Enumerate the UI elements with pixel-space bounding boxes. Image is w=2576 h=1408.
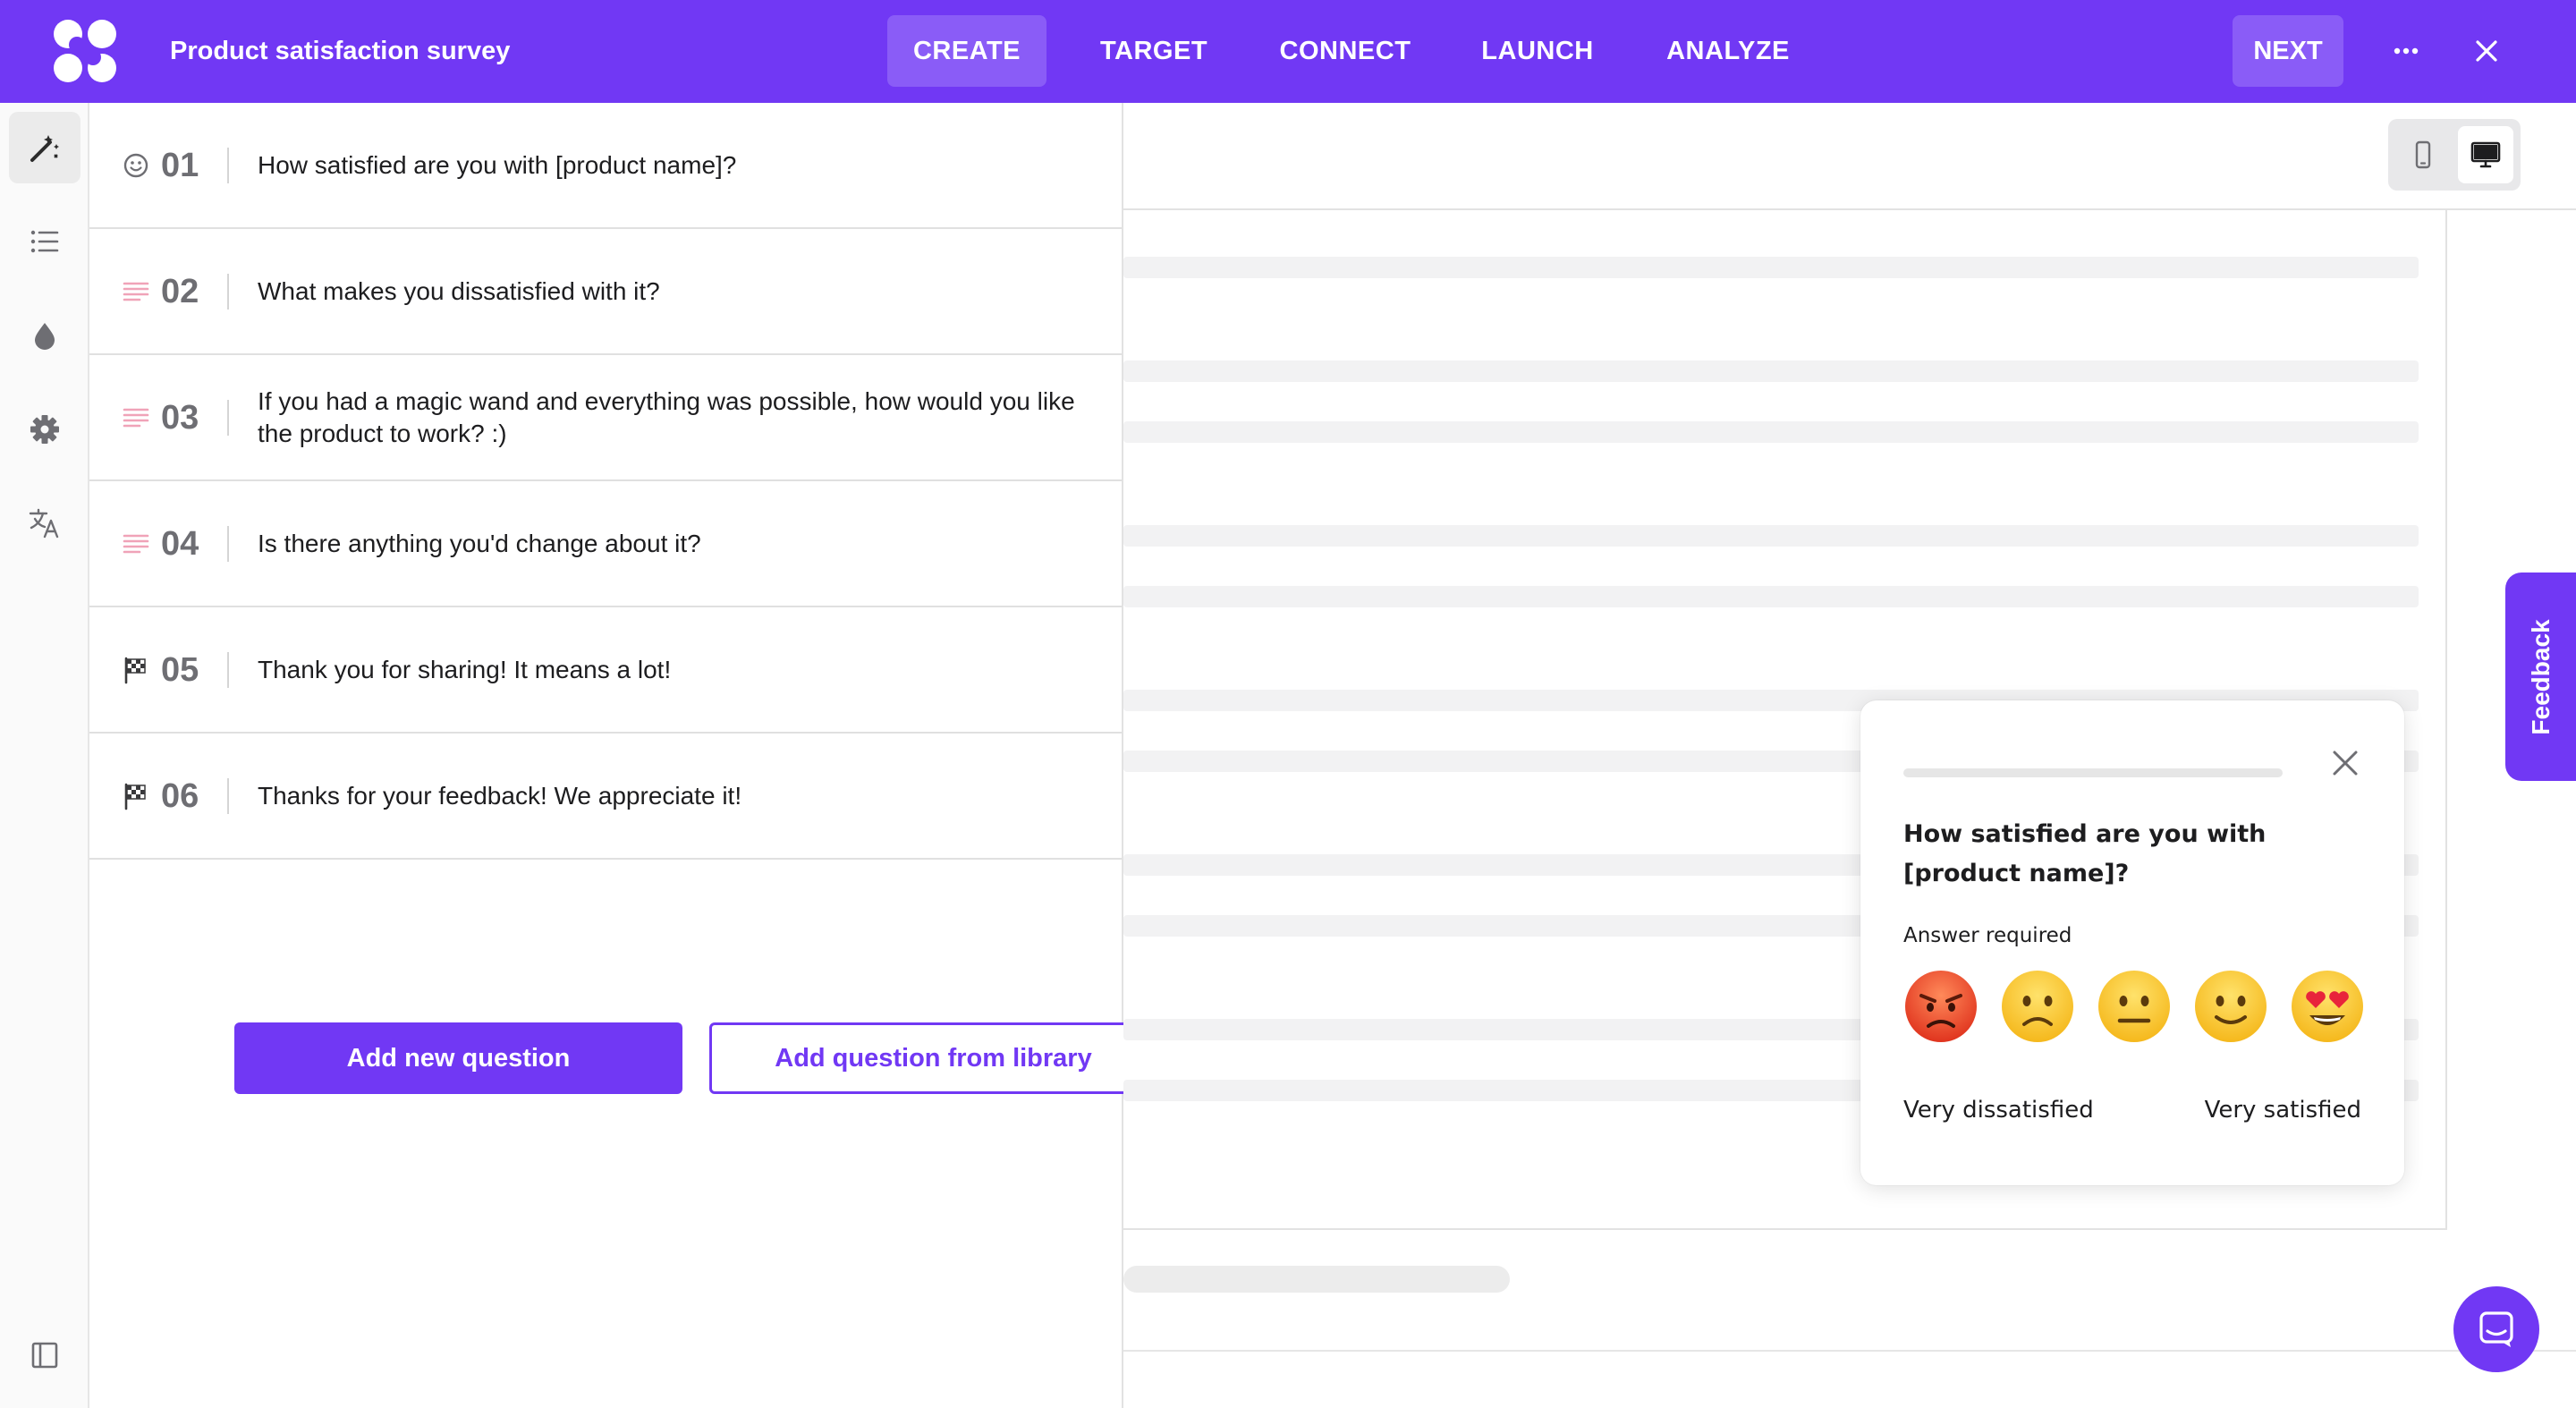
angry-face-icon[interactable] <box>1903 969 1979 1044</box>
preview-toolbar <box>1123 103 2576 210</box>
neutral-face-icon[interactable] <box>2097 969 2172 1044</box>
emoji-rating-scale <box>1903 969 2368 1048</box>
checkered-flag-icon <box>124 783 146 810</box>
chat-bubble-icon <box>2479 1311 2513 1347</box>
text-lines-icon <box>123 282 149 301</box>
tab-launch[interactable]: LAUNCH <box>1467 15 1608 87</box>
mobile-preview-button[interactable] <box>2395 126 2451 183</box>
placeholder-line <box>1123 421 2419 443</box>
scale-high-label: Very satisfied <box>2204 1097 2361 1124</box>
slightly-smiling-face-icon[interactable] <box>2193 969 2268 1044</box>
desktop-icon <box>2470 141 2501 168</box>
question-text: How satisfied are you with [product name… <box>258 150 737 179</box>
smiley-icon <box>123 153 148 177</box>
placeholder-line <box>1123 360 2419 382</box>
feedback-tab[interactable]: Feedback <box>2505 573 2576 781</box>
sidebar-item-create[interactable] <box>9 112 80 183</box>
text-lines-icon <box>123 534 149 553</box>
droplet-icon <box>35 323 55 350</box>
question-text: Thanks for your feedback! We appreciate … <box>258 781 742 810</box>
desktop-preview-button[interactable] <box>2458 126 2513 183</box>
question-text: What makes you dissatisfied with it? <box>258 276 660 305</box>
translate-icon <box>29 508 59 539</box>
divider <box>227 777 229 814</box>
question-row-04[interactable]: 04 Is there anything you'd change about … <box>89 481 1122 607</box>
question-row-03[interactable]: 03 If you had a magic wand and everythin… <box>89 355 1122 481</box>
question-text: Thank you for sharing! It means a lot! <box>258 655 672 683</box>
list-icon <box>30 230 59 253</box>
tab-target[interactable]: TARGET <box>1080 15 1227 87</box>
placeholder-bar <box>1123 1266 1510 1293</box>
divider <box>1123 1350 2576 1352</box>
magic-wand-icon <box>30 135 59 162</box>
mobile-icon <box>2415 140 2431 169</box>
chat-launcher[interactable] <box>2453 1286 2539 1372</box>
add-new-question-button[interactable]: Add new question <box>234 1022 682 1094</box>
collapse-panel-icon <box>31 1342 58 1369</box>
scale-low-label: Very dissatisfied <box>1903 1097 2094 1124</box>
question-text: If you had a magic wand and everything w… <box>258 386 1075 447</box>
divider <box>227 273 229 310</box>
checkered-flag-icon <box>124 657 146 683</box>
tab-analyze[interactable]: ANALYZE <box>1651 15 1805 87</box>
tab-connect[interactable]: CONNECT <box>1263 15 1428 87</box>
top-bar: Product satisfaction survey CREATE TARGE… <box>0 0 2576 103</box>
question-row-05[interactable]: 05 Thank you for sharing! It means a lot… <box>89 607 1122 734</box>
question-row-01[interactable]: 01 How satisfied are you with [product n… <box>89 103 1122 229</box>
question-number: 05 <box>161 650 199 689</box>
placeholder-line <box>1123 257 2419 278</box>
survicate-logo[interactable] <box>50 18 120 84</box>
page-mock-footer <box>1123 1230 2576 1408</box>
question-number: 04 <box>161 524 199 563</box>
question-list-panel: 01 How satisfied are you with [product n… <box>89 103 1157 1408</box>
question-row-02[interactable]: 02 What makes you dissatisfied with it? <box>89 229 1122 355</box>
divider <box>227 651 229 688</box>
close-icon[interactable] <box>2329 747 2361 779</box>
answer-required-label: Answer required <box>1903 924 2072 947</box>
sidebar-item-translations[interactable] <box>9 488 80 559</box>
feedback-tab-label: Feedback <box>2526 618 2555 735</box>
device-toggle <box>2388 119 2521 191</box>
tab-create[interactable]: CREATE <box>887 15 1046 87</box>
placeholder-line <box>1123 586 2419 607</box>
sidebar-item-list[interactable] <box>9 206 80 277</box>
text-lines-icon <box>123 408 149 427</box>
survey-popup: How satisfied are you with [product name… <box>1860 700 2404 1185</box>
question-row-06[interactable]: 06 Thanks for your feedback! We apprecia… <box>89 734 1122 860</box>
question-number: 03 <box>161 398 199 437</box>
heart-eyes-face-icon[interactable] <box>2290 969 2365 1044</box>
sidebar-collapse-button[interactable] <box>9 1319 80 1391</box>
close-icon[interactable] <box>2469 33 2504 69</box>
gear-icon <box>30 415 59 444</box>
placeholder-line <box>1123 525 2419 547</box>
survey-title[interactable]: Product satisfaction survey <box>170 0 510 103</box>
sidebar-item-theme[interactable] <box>9 300 80 371</box>
more-horizontal-icon[interactable] <box>2388 33 2424 69</box>
divider <box>227 399 229 436</box>
sidebar-item-settings[interactable] <box>9 394 80 465</box>
question-text: Is there anything you'd change about it? <box>258 529 701 557</box>
divider <box>227 147 229 183</box>
question-number: 01 <box>161 146 199 184</box>
question-number: 06 <box>161 776 199 815</box>
slightly-frowning-face-icon[interactable] <box>2000 969 2075 1044</box>
divider <box>227 525 229 562</box>
add-question-from-library-button[interactable]: Add question from library <box>709 1022 1157 1094</box>
next-button[interactable]: NEXT <box>2233 15 2343 87</box>
popup-question: How satisfied are you with [product name… <box>1903 820 2267 887</box>
left-rail <box>0 103 89 1408</box>
progress-bar <box>1903 768 2283 777</box>
question-number: 02 <box>161 272 199 310</box>
